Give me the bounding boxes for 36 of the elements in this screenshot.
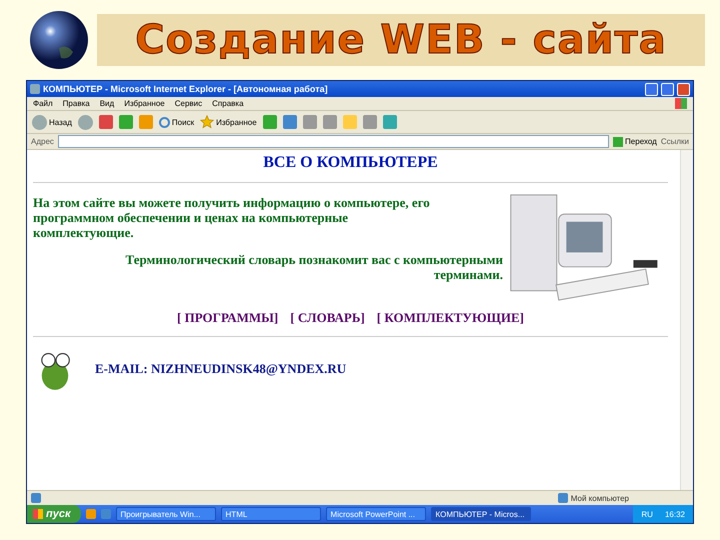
menu-item[interactable]: Справка [212,99,244,108]
address-label: Адрес [31,137,54,146]
browser-icon [30,84,40,94]
back-button[interactable]: Назад [32,114,72,130]
page-link[interactable]: [ СЛОВАРЬ] [290,310,365,326]
start-button[interactable]: пуск [27,505,81,523]
status-zone: Мой компьютер [558,493,629,503]
globe-icon [29,10,89,70]
taskbar-button[interactable]: Проигрыватель Win... [116,507,216,521]
minimize-button[interactable] [645,82,658,96]
menu-item[interactable]: Сервис [174,99,202,108]
menu-item[interactable]: Файл [33,99,53,108]
taskbar-button[interactable]: Microsoft PowerPoint ... [326,507,426,521]
clock: 16:32 [664,510,685,518]
links-label[interactable]: Ссылки [660,137,689,146]
menu-item[interactable]: Вид [100,99,114,108]
email-text: E-MAIL: NIZHNEUDINSK48@YNDEX.RU [95,361,346,377]
page-link[interactable]: [ КОМПЛЕКТУЮЩИЕ] [376,310,524,326]
favorites-button[interactable]: Избранное [200,115,257,129]
page-link[interactable]: [ ПРОГРАММЫ] [177,310,278,326]
restore-button[interactable] [661,82,674,96]
menu-item[interactable]: Правка [62,99,90,108]
dictionary-paragraph: Терминологический словарь познакомит вас с компьютерными терминами. [124,252,503,282]
search-button[interactable]: Поиск [158,116,194,128]
taskbar-button[interactable]: КОМПЬЮТЕР - Micros... [430,507,531,521]
close-button[interactable] [677,82,690,96]
menu-item[interactable]: Избранное [124,99,165,108]
slide-title: Создание WEB - сайта [135,20,667,60]
go-button[interactable]: Переход [613,136,657,146]
address-field[interactable] [58,135,610,148]
page-heading: ВСЕ О КОМПЬЮТЕРЕ [262,154,439,172]
scrollbar[interactable] [680,150,693,490]
window-title: КОМПЬЮТЕР - Microsoft Internet Explorer - [Автономная работа] [43,84,329,94]
taskbar-button[interactable]: HTML [220,507,321,521]
star-icon [200,115,214,129]
intro-paragraph: На этом сайте вы можете получить информацию о компьютере, его программном обеспечении и ценах на компьютерные комплектующие. [33,195,431,240]
